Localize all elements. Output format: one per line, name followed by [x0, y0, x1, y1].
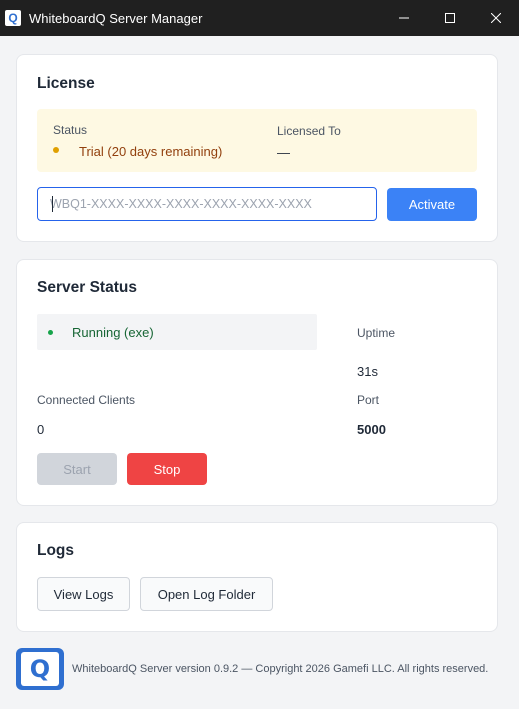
status-value: Trial (20 days remaining): [79, 144, 223, 159]
close-icon: [491, 13, 501, 23]
app-logo: Q: [16, 648, 64, 690]
license-card: License Status Trial (20 days remaining)…: [16, 54, 498, 242]
open-log-folder-button[interactable]: Open Log Folder: [140, 577, 273, 611]
connected-clients-label: Connected Clients: [37, 393, 136, 407]
port-value: 5000: [357, 422, 386, 437]
view-logs-button[interactable]: View Logs: [37, 577, 130, 611]
port-label: Port: [357, 393, 380, 407]
logs-card: Logs View Logs Open Log Folder: [16, 522, 498, 632]
minimize-button[interactable]: [381, 0, 427, 36]
status-dot-icon: [53, 147, 59, 153]
server-state-box: Running (exe): [37, 314, 317, 350]
logs-title: Logs: [37, 542, 75, 559]
server-state-text: Running (exe): [72, 325, 154, 340]
running-dot-icon: [48, 330, 53, 335]
maximize-icon: [445, 13, 455, 23]
license-status-box: Status Trial (20 days remaining) License…: [37, 109, 477, 172]
license-title: License: [37, 75, 95, 92]
minimize-icon: [399, 17, 409, 19]
uptime-value: 31s: [357, 364, 378, 379]
server-status-card: Server Status Running (exe) Uptime 31s C…: [16, 259, 498, 506]
close-button[interactable]: [473, 0, 519, 36]
status-label: Status: [53, 123, 88, 137]
app-icon: Q: [5, 10, 21, 26]
stop-button[interactable]: Stop: [127, 453, 207, 485]
connected-clients-value: 0: [37, 422, 45, 437]
activate-button[interactable]: Activate: [387, 188, 477, 221]
title-bar[interactable]: Q WhiteboardQ Server Manager: [0, 0, 519, 36]
window-title: WhiteboardQ Server Manager: [29, 10, 203, 26]
server-status-title: Server Status: [37, 279, 137, 296]
licensed-to-value: —: [277, 145, 290, 160]
license-key-input[interactable]: [37, 187, 377, 221]
footer-copyright: WhiteboardQ Server version 0.9.2 — Copyr…: [72, 663, 489, 675]
uptime-label: Uptime: [357, 326, 396, 340]
text-caret: [52, 196, 53, 212]
maximize-button[interactable]: [427, 0, 473, 36]
app-logo-glyph: Q: [21, 652, 59, 686]
start-button[interactable]: Start: [37, 453, 117, 485]
licensed-to-label: Licensed To: [277, 124, 341, 138]
